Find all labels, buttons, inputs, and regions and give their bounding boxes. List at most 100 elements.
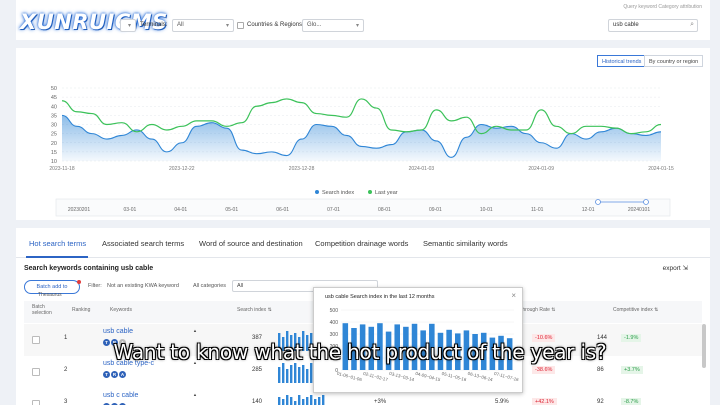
col-through-rate[interactable]: through Rate ⇅ (521, 307, 556, 313)
video-caption: Want to know what the hot product of the… (113, 340, 607, 364)
sparkline-bar (282, 363, 285, 383)
range-slider-handle (595, 199, 601, 205)
col-batch-selection: Batch selection (32, 304, 52, 316)
first-filter-select[interactable]: ▾ (120, 19, 136, 32)
range-label: 09-01 (429, 207, 442, 213)
countries-checkbox[interactable] (237, 22, 244, 29)
popup-x-label: 02-11~02-17 (363, 371, 389, 383)
search-value: usb cable (613, 22, 639, 28)
search-input[interactable]: usb cable ⌕ (608, 19, 698, 32)
range-label: 07-01 (327, 207, 340, 213)
popup-x-label: 05-11~05-16 (441, 371, 467, 383)
chevron-down-icon: ▾ (225, 23, 229, 29)
keyword-link[interactable]: usb c cable (103, 392, 138, 399)
sparkline-bar (322, 395, 325, 405)
row-checkbox[interactable] (32, 368, 40, 376)
sparkline-bar (294, 363, 297, 383)
filter-bar: XUNRUICMS Query keyword Category attribu… (16, 0, 710, 40)
terminals-value: All (177, 22, 184, 28)
col-competitive-index-label: Competitive index (613, 307, 653, 313)
col-competitive-index[interactable]: Competitive index ⇅ (613, 307, 658, 313)
range-label: 20230201 (68, 207, 90, 213)
sparkline-bar (290, 365, 293, 383)
y-tick-label: 25 (51, 132, 57, 138)
range-slider-handle (643, 199, 649, 205)
sort-icon: ⇅ (266, 307, 272, 313)
search-index-value: 285 (252, 367, 263, 373)
y-tick-label: 500 (330, 308, 339, 314)
section-title: Search keywords containing usb cable (24, 265, 154, 272)
countries-label: Countries & Regions: (247, 22, 304, 28)
y-tick-label: 40 (51, 104, 57, 110)
competitive-change-badge: +3.7% (621, 366, 643, 374)
x-tick-label: 2024-01-15 (648, 166, 674, 172)
col-search-index[interactable]: Search index ⇅ (237, 307, 272, 313)
filter-value[interactable]: Not an existing KWA keyword (107, 283, 179, 289)
countries-select[interactable]: Glo... ▾ (302, 19, 364, 32)
y-tick-label: 10 (51, 159, 57, 165)
trend-sparkline (278, 395, 325, 405)
row-checkbox[interactable] (32, 400, 40, 405)
category-value: All (237, 283, 244, 289)
keyword-badges: TRA (103, 371, 126, 378)
badge-icon: A (119, 371, 126, 378)
popup-x-label: 03-13~03-14 (389, 371, 416, 383)
category-label: All categories (193, 283, 227, 289)
last-year-line (61, 98, 662, 135)
sparkline-bar (306, 369, 309, 383)
caret-icon[interactable]: ▲ (193, 392, 197, 397)
competitive-change-badge: -8.7% (621, 398, 642, 405)
y-tick-label: 45 (51, 95, 57, 101)
sparkline-bar (318, 397, 321, 405)
y-tick-label: 15 (51, 150, 57, 156)
sort-icon: ⇅ (549, 307, 556, 313)
y-tick-label: 300 (330, 332, 339, 338)
range-label: 12-01 (582, 207, 595, 213)
range-label: 04-01 (174, 207, 187, 213)
range-label: 10-01 (480, 207, 493, 213)
keyword-link[interactable]: usb cable (103, 328, 133, 335)
badge-icon: T (103, 371, 110, 378)
popup-x-label: 07-11~07-16 (494, 371, 520, 383)
growth-badge: +42.1% (532, 398, 557, 405)
ranking-value: 2 (64, 367, 68, 373)
tab-source-destination[interactable]: Word of source and destination (199, 239, 303, 248)
col-through-rate-label: through Rate (521, 307, 550, 313)
legend-marker-last (368, 190, 372, 194)
tab-semantic-similarity[interactable]: Semantic similarity words (423, 239, 508, 248)
popup-x-label: 06-13~06-14 (467, 371, 494, 383)
sort-icon: ⇅ (652, 307, 659, 313)
query-attribution-link[interactable]: Query keyword Category attribution (623, 4, 702, 10)
x-tick-label: 2023-11-18 (49, 166, 74, 172)
tab-hot-search-terms[interactable]: Hot search terms (29, 239, 86, 248)
x-tick-label: 2023-12-28 (289, 166, 315, 172)
export-button[interactable]: export ⇲ (663, 264, 688, 272)
col-search-index-label: Search index (237, 307, 267, 313)
terminals-select[interactable]: All ▾ (172, 19, 234, 32)
tab-associated-search-terms[interactable]: Associated search terms (102, 239, 184, 248)
legend-label-search: Search index (322, 190, 354, 196)
col-keywords: Keywords (110, 307, 132, 313)
y-tick-label: 20 (51, 141, 57, 147)
sparkline-bar (294, 401, 297, 405)
x-tick-label: 2024-01-09 (528, 166, 554, 172)
sparkline-bar (302, 399, 305, 405)
growth-badge: -38.6% (532, 366, 556, 374)
sparkline-bar (306, 397, 309, 405)
sparkline-bar (314, 399, 317, 405)
search-icon[interactable]: ⌕ (690, 21, 694, 29)
col-ranking: Ranking (72, 307, 91, 313)
range-label: 05-01 (225, 207, 238, 213)
caret-icon[interactable]: ▲ (193, 328, 197, 333)
range-label: 06-01 (276, 207, 289, 213)
tab-competition-drainage[interactable]: Competition drainage words (315, 239, 408, 248)
legend-marker-search (315, 190, 319, 194)
trend-chart-card: Historical trends By country or region 1… (16, 48, 710, 220)
sparkline-bar (286, 369, 289, 383)
export-icon: ⇲ (680, 265, 688, 272)
competitive-index-value: 86 (597, 367, 604, 373)
filter-label: Filter: (88, 283, 102, 289)
search-index-value: 140 (252, 399, 263, 405)
change-value: +3% (374, 399, 387, 405)
batch-add-sub-label: Thesaurus (38, 292, 62, 298)
